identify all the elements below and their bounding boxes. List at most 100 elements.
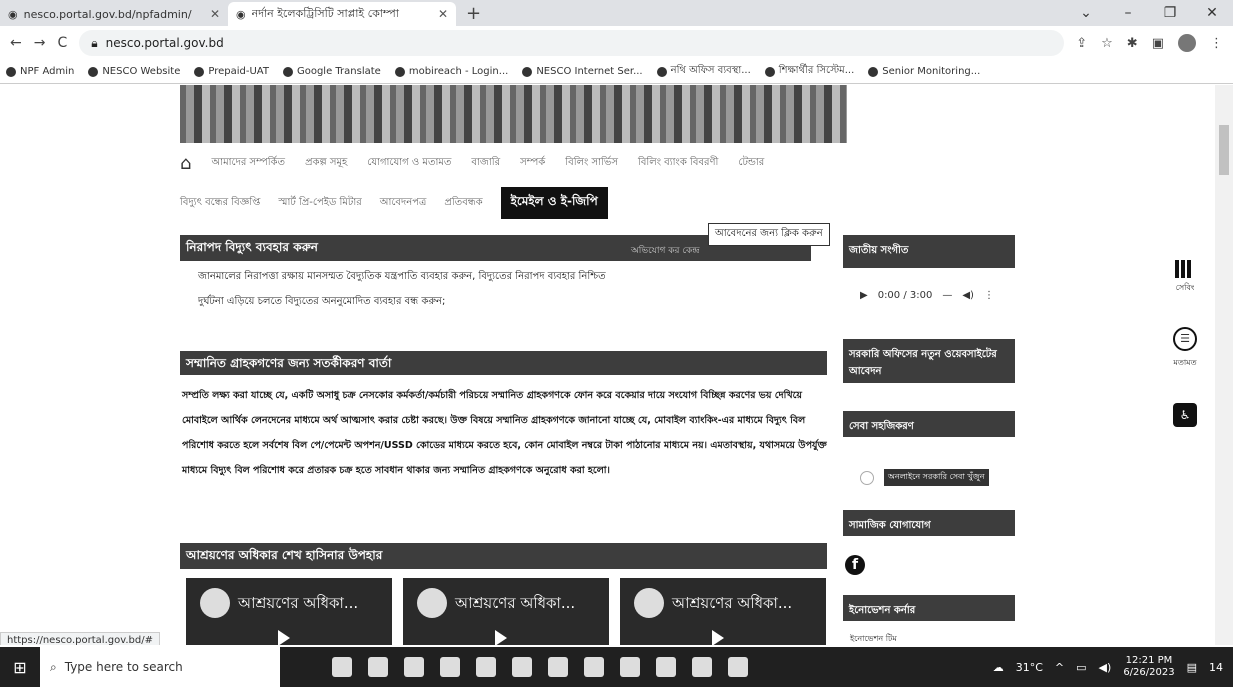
- accessibility-widget[interactable]: ♿︎: [1170, 403, 1200, 427]
- subnav-item-active[interactable]: ইমেইল ও ই-জিপি: [500, 187, 608, 219]
- extensions-icon[interactable]: ✱: [1127, 36, 1138, 51]
- sidebar: জাতীয় সংগীত: [843, 235, 1015, 268]
- scrollbar-thumb[interactable]: [1219, 125, 1229, 175]
- nav-item[interactable]: সম্পর্ক: [520, 155, 545, 172]
- new-tab-button[interactable]: +: [456, 2, 491, 26]
- tooltip: আবেদনের জন্য ক্লিক করুন: [708, 223, 830, 246]
- back-icon[interactable]: ←: [10, 35, 22, 51]
- video-thumbnail[interactable]: আশ্রয়ণের অধিকা...: [403, 578, 609, 645]
- bookmark-icon: [88, 66, 99, 77]
- volume-icon[interactable]: ◀︎): [962, 290, 974, 301]
- browser-tab-1[interactable]: ◉ nesco.portal.gov.bd/npfadmin/ ✕: [0, 2, 228, 26]
- bookmark-icon: [394, 66, 405, 77]
- network-icon[interactable]: ▭: [1076, 661, 1086, 674]
- lock-icon: 🔒︎: [91, 35, 98, 50]
- innovation-link[interactable]: ইনোভেশন টিম: [850, 633, 897, 645]
- profile-avatar[interactable]: [1178, 34, 1196, 52]
- weather-temp[interactable]: 31°C: [1016, 661, 1043, 674]
- list-item: দুর্ঘটনা এড়িয়ে চলতে বিদ্যুতের অননুমোদি…: [198, 294, 836, 311]
- channel-avatar: [634, 588, 664, 618]
- shelter-heading: আশ্রয়ণের অধিকার শেখ হাসিনার উপহার: [180, 543, 827, 569]
- app-icon[interactable]: [404, 657, 424, 677]
- app-icon[interactable]: [692, 657, 712, 677]
- notification-icon[interactable]: ▤: [1187, 661, 1197, 674]
- service-link-label: অনলাইনে সরকারি সেবা খুঁজুন: [884, 469, 989, 486]
- play-icon[interactable]: [712, 630, 724, 645]
- app-icon[interactable]: [332, 657, 352, 677]
- subnav-item[interactable]: স্মার্ট প্রি-পেইড মিটার: [278, 195, 361, 212]
- close-tab-icon[interactable]: ✕: [210, 7, 220, 21]
- tab-search-icon[interactable]: ⌄: [1065, 5, 1107, 21]
- nav-item[interactable]: বাজারি: [471, 155, 500, 172]
- browser-tab-2[interactable]: ◉ নর্দান ইলেকট্রিসিটি সাপ্লাই কোম্পা ✕: [228, 2, 456, 26]
- subnav-item[interactable]: আবেদনপত্র: [380, 195, 427, 212]
- safety-bullets: জানমালের নিরাপত্তা রক্ষায় মানসম্মত বৈদ্…: [186, 269, 836, 319]
- app-icon[interactable]: [368, 657, 388, 677]
- bookmark-icon: [282, 66, 293, 77]
- nav-item[interactable]: প্রকল্প সমূহ: [305, 155, 347, 172]
- close-tab-icon[interactable]: ✕: [438, 7, 448, 21]
- bookmark-item[interactable]: mobireach - Login...: [394, 66, 508, 77]
- forward-icon[interactable]: →: [34, 35, 46, 51]
- app-icon[interactable]: [440, 657, 460, 677]
- maximize-icon[interactable]: ❐: [1149, 5, 1191, 21]
- app-icon[interactable]: [476, 657, 496, 677]
- play-icon[interactable]: [495, 630, 507, 645]
- nav-item[interactable]: টেন্ডার: [738, 155, 764, 172]
- url-field[interactable]: 🔒︎ nesco.portal.gov.bd: [79, 30, 1065, 56]
- subnav-item[interactable]: প্রতিবন্ধক: [444, 195, 482, 212]
- share-icon[interactable]: ⇪: [1076, 36, 1087, 51]
- nav-item[interactable]: বিলিং সার্ভিস: [565, 155, 618, 172]
- more-icon[interactable]: ⋮: [984, 290, 994, 301]
- feedback-widget[interactable]: ☰ মতামত: [1170, 327, 1200, 370]
- bookmark-item[interactable]: NESCO Internet Ser...: [522, 66, 643, 77]
- bookmark-item[interactable]: Prepaid-UAT: [194, 66, 269, 77]
- menu-icon[interactable]: ⋮: [1210, 36, 1223, 51]
- close-window-icon[interactable]: ✕: [1191, 5, 1233, 21]
- windows-start-icon[interactable]: ⊞: [0, 647, 40, 687]
- notification-count: 14: [1209, 660, 1223, 674]
- volume-icon[interactable]: ◀︎): [1099, 661, 1112, 674]
- service-link[interactable]: অনলাইনে সরকারি সেবা খুঁজুন: [860, 469, 989, 486]
- bookmark-item[interactable]: নথি অফিস ব্যবস্থা...: [656, 63, 751, 80]
- new-website-box[interactable]: সরকারি অফিসের নতুন ওয়েবসাইটের আবেদন: [843, 339, 1015, 383]
- channel-avatar: [200, 588, 230, 618]
- facebook-icon[interactable]: f: [845, 555, 865, 575]
- app-icon[interactable]: [728, 657, 748, 677]
- sidepanel-icon[interactable]: ▣: [1152, 36, 1164, 51]
- bookmark-label: Prepaid-UAT: [208, 66, 269, 77]
- clock-date: 6/26/2023: [1123, 667, 1175, 678]
- app-icon[interactable]: [512, 657, 532, 677]
- home-icon[interactable]: ⌂: [180, 153, 191, 174]
- star-icon[interactable]: ☆: [1101, 36, 1113, 51]
- video-thumbnail[interactable]: আশ্রয়ণের অধিকা...: [186, 578, 392, 645]
- bookmark-item[interactable]: শিক্ষার্থীর সিস্টেম...: [764, 63, 854, 80]
- sub-navigation: বিদ্যুৎ বন্ধের বিজ্ঞপ্তি স্মার্ট প্রি-পেই…: [180, 187, 790, 219]
- seek-bar[interactable]: —: [942, 290, 952, 301]
- app-icon[interactable]: [656, 657, 676, 677]
- chevron-up-icon[interactable]: ^: [1055, 661, 1064, 674]
- nav-item[interactable]: বিলিং ব্যাংক বিবরণী: [638, 155, 718, 172]
- nav-item[interactable]: আমাদের সম্পর্কিত: [211, 155, 285, 172]
- taskbar-search[interactable]: ⌕ Type here to search: [40, 647, 280, 687]
- bookmark-item[interactable]: Google Translate: [282, 66, 381, 77]
- reload-icon[interactable]: C: [57, 35, 67, 51]
- nav-item[interactable]: যোগাযোগ ও মতামত: [367, 155, 451, 172]
- scrollbar[interactable]: [1215, 85, 1233, 645]
- bookmark-icon: [522, 66, 533, 77]
- subnav-item[interactable]: বিদ্যুৎ বন্ধের বিজ্ঞপ্তি: [180, 195, 260, 212]
- app-icon[interactable]: [548, 657, 568, 677]
- stats-widget[interactable]: সেবিং: [1170, 260, 1200, 295]
- bookmark-item[interactable]: Senior Monitoring...: [868, 66, 980, 77]
- play-icon[interactable]: [278, 630, 290, 645]
- clock[interactable]: 12:21 PM 6/26/2023: [1123, 655, 1174, 679]
- play-icon[interactable]: ▶: [860, 290, 868, 301]
- app-icon[interactable]: [620, 657, 640, 677]
- video-thumbnail[interactable]: আশ্রয়ণের অধিকা...: [620, 578, 826, 645]
- app-icon[interactable]: [584, 657, 604, 677]
- status-url: https://nesco.portal.gov.bd/#: [0, 632, 160, 645]
- audio-player: ▶ 0:00 / 3:00 — ◀︎) ⋮: [860, 290, 994, 301]
- bookmark-item[interactable]: NPF Admin: [6, 66, 74, 77]
- minimize-icon[interactable]: –: [1107, 5, 1149, 21]
- bookmark-item[interactable]: NESCO Website: [88, 66, 180, 77]
